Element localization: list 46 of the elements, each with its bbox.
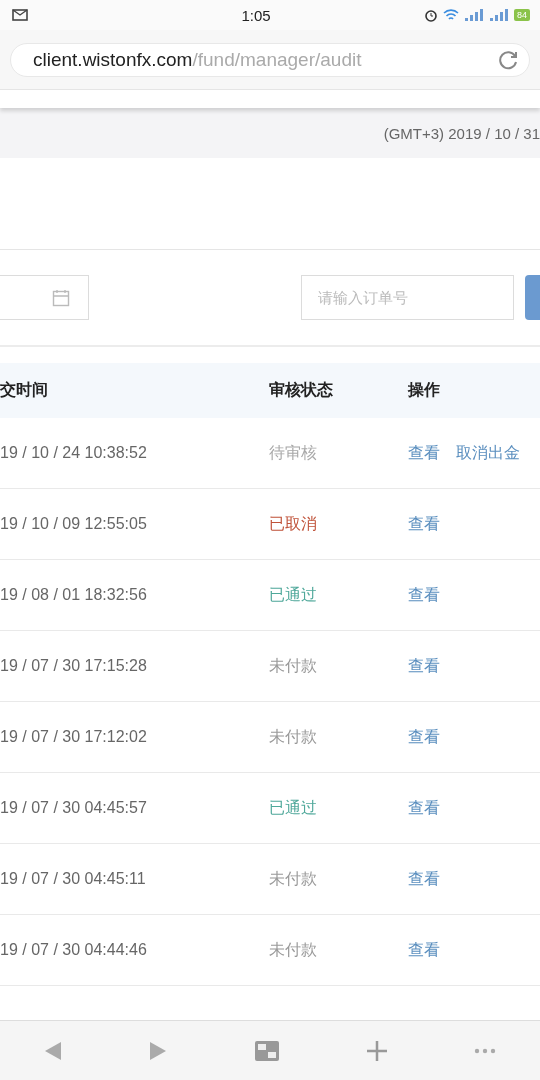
more-icon[interactable] [474,1047,497,1054]
cancel-withdrawal-link[interactable]: 取消出金 [456,442,520,464]
view-link[interactable]: 查看 [408,655,440,677]
status-text: 未付款 [269,868,318,889]
column-header: 操作 [408,380,441,400]
calendar-icon [52,288,70,307]
order-search-field[interactable]: 请输入订单号 [301,275,514,320]
time-cell-text: 19 / 10 / 09 12:55:05 [0,515,148,533]
time-cell-text: 19 / 07 / 30 04:45:11 [0,870,147,888]
time-cell-text: 19 / 07 / 30 17:15:28 [0,657,148,675]
column-header: 交时间 [0,380,49,400]
reload-icon[interactable] [497,49,519,71]
view-link[interactable]: 查看 [408,797,440,819]
status-text: 未付款 [269,939,318,960]
status-text: 已取消 [269,513,318,534]
date-field[interactable] [0,275,89,320]
time-cell-text: 19 / 07 / 30 04:45:57 [0,799,148,817]
forward-icon[interactable] [149,1040,168,1061]
view-link[interactable]: 查看 [408,513,440,535]
status-text: 已通过 [269,797,318,818]
time-cell-text: 19 / 10 / 24 10:38:52 [0,444,148,462]
view-link[interactable]: 查看 [408,584,440,606]
status-text: 已通过 [269,584,318,605]
wifi-icon [443,8,459,22]
status-text: 未付款 [269,726,318,747]
tabs-icon[interactable] [255,1040,279,1061]
status-text: 待审核 [269,442,318,463]
column-header: 审核状态 [269,380,334,400]
address-field[interactable]: client.wistonfx.com/fund/manager/audit [10,43,530,77]
signal-icon [489,9,509,21]
clock-time: 1:05 [240,6,272,24]
time-cell-text: 19 / 07 / 30 17:12:02 [0,728,148,746]
time-cell-text: 19 / 08 / 01 18:32:56 [0,586,148,604]
back-icon[interactable] [43,1040,62,1061]
view-link[interactable]: 查看 [408,939,440,961]
time-cell-text: 19 / 07 / 30 04:44:46 [0,941,148,959]
battery-level: 84 [514,9,530,21]
view-link[interactable]: 查看 [408,726,440,748]
view-link[interactable]: 查看 [408,442,440,464]
timezone-date: (GMT+3) 2019 / 10 / 31 [383,124,540,142]
plus-icon[interactable] [366,1040,387,1061]
alarm-icon [424,8,438,22]
status-text: 未付款 [269,655,318,676]
signal-icon [464,9,484,21]
mail-icon [12,9,28,21]
view-link[interactable]: 查看 [408,868,440,890]
